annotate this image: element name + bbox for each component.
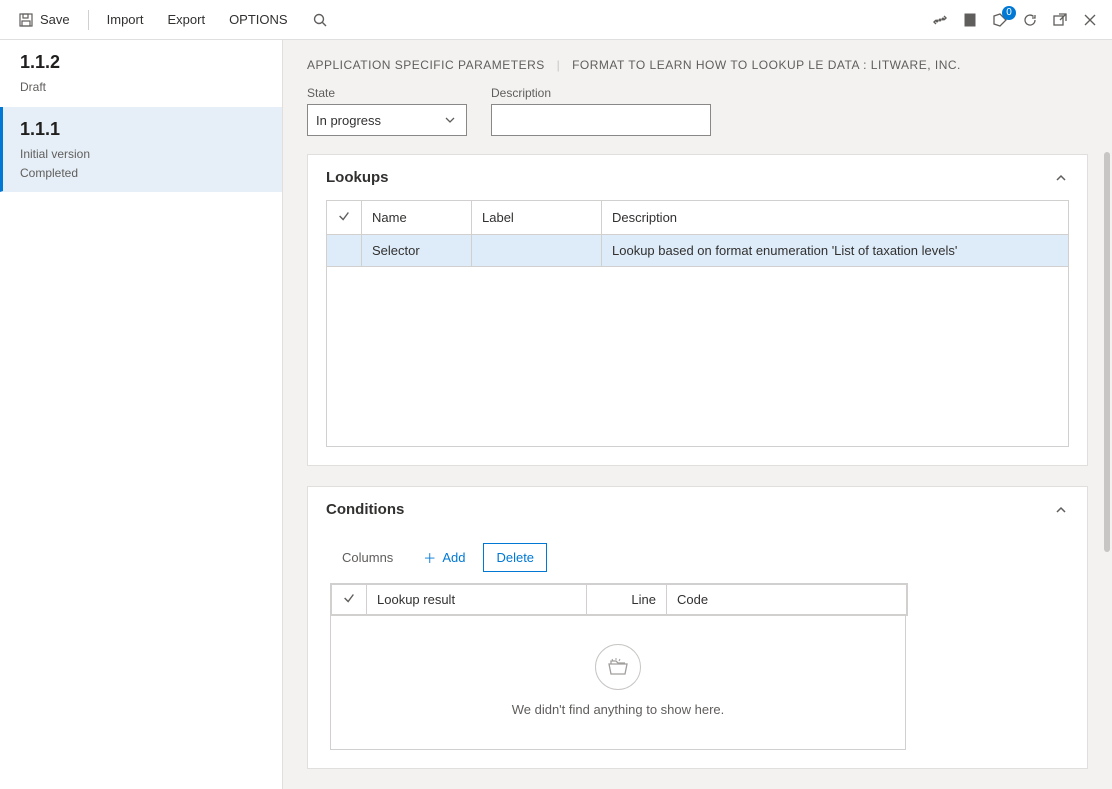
version-status: Completed <box>20 165 262 182</box>
import-button[interactable]: Import <box>97 6 154 33</box>
check-column-header[interactable] <box>332 585 367 615</box>
delete-label: Delete <box>496 550 534 565</box>
save-button[interactable]: Save <box>8 6 80 34</box>
empty-folder-icon <box>595 644 641 690</box>
breadcrumb-part1: APPLICATION SPECIFIC PARAMETERS <box>307 58 545 72</box>
description-input[interactable] <box>491 104 711 136</box>
main-layout: 1.1.2 Draft 1.1.1 Initial version Comple… <box>0 40 1112 789</box>
connector-icon[interactable] <box>932 12 948 28</box>
line-column-header[interactable]: Line <box>587 585 667 615</box>
toolbar-right: 0 <box>932 12 1104 28</box>
version-number: 1.1.1 <box>20 119 262 140</box>
state-select[interactable]: In progress <box>307 104 467 136</box>
save-label: Save <box>40 12 70 27</box>
state-value: In progress <box>316 113 381 128</box>
conditions-empty-state: We didn't find anything to show here. <box>330 616 906 750</box>
row-check[interactable] <box>327 235 362 267</box>
lookups-empty-area <box>326 267 1069 447</box>
options-button[interactable]: OPTIONS <box>219 6 298 33</box>
columns-button[interactable]: Columns <box>330 544 405 571</box>
options-label: OPTIONS <box>229 12 288 27</box>
conditions-header[interactable]: Conditions <box>308 487 1087 532</box>
chevron-up-icon <box>1053 170 1069 186</box>
conditions-header-row: Lookup result Line Code <box>332 585 907 615</box>
version-subtitle: Initial version <box>20 146 262 163</box>
refresh-icon[interactable] <box>1022 12 1038 28</box>
lookups-header[interactable]: Lookups <box>308 155 1087 200</box>
lookups-title: Lookups <box>326 169 389 186</box>
conditions-table-wrap: Lookup result Line Code <box>330 583 908 616</box>
version-status: Draft <box>20 79 262 96</box>
notification-count: 0 <box>1002 6 1016 20</box>
plus-icon: ＋ <box>423 548 436 567</box>
conditions-table: Lookup result Line Code <box>331 584 907 615</box>
breadcrumb: APPLICATION SPECIFIC PARAMETERS | FORMAT… <box>283 40 1112 86</box>
conditions-panel: Conditions Columns ＋ Add Delete <box>307 486 1088 769</box>
export-label: Export <box>167 12 205 27</box>
table-row[interactable]: Selector Lookup based on format enumerat… <box>327 235 1069 267</box>
version-sidebar: 1.1.2 Draft 1.1.1 Initial version Comple… <box>0 40 283 789</box>
columns-label: Columns <box>342 550 393 565</box>
lookups-panel: Lookups Name Label Description <box>307 154 1088 466</box>
search-icon <box>312 12 328 28</box>
toolbar-left: Save Import Export OPTIONS <box>8 6 338 34</box>
content-area: APPLICATION SPECIFIC PARAMETERS | FORMAT… <box>283 40 1112 789</box>
search-button[interactable] <box>302 6 338 34</box>
check-column-header[interactable] <box>327 201 362 235</box>
top-toolbar: Save Import Export OPTIONS 0 <box>0 0 1112 40</box>
import-label: Import <box>107 12 144 27</box>
version-item-112[interactable]: 1.1.2 Draft <box>0 40 282 107</box>
export-button[interactable]: Export <box>157 6 215 33</box>
version-number: 1.1.2 <box>20 52 262 73</box>
conditions-body: Columns ＋ Add Delete <box>308 532 1087 750</box>
code-column-header[interactable]: Code <box>667 585 907 615</box>
conditions-toolbar: Columns ＋ Add Delete <box>308 532 1087 583</box>
lookup-result-column-header[interactable]: Lookup result <box>367 585 587 615</box>
description-field: Description <box>491 86 711 136</box>
add-label: Add <box>442 550 465 565</box>
row-label <box>472 235 602 267</box>
conditions-title: Conditions <box>326 501 404 518</box>
description-label: Description <box>491 86 711 100</box>
breadcrumb-part2: FORMAT TO LEARN HOW TO LOOKUP LE DATA : … <box>572 58 961 72</box>
notifications-button[interactable]: 0 <box>992 12 1008 28</box>
scrollbar[interactable] <box>1104 152 1110 552</box>
lookups-table: Name Label Description Selector Lookup b… <box>326 200 1069 267</box>
save-icon <box>18 12 34 28</box>
breadcrumb-separator: | <box>557 58 561 72</box>
row-name: Selector <box>362 235 472 267</box>
chevron-down-icon <box>442 112 458 128</box>
state-field: State In progress <box>307 86 467 136</box>
popout-icon[interactable] <box>1052 12 1068 28</box>
chevron-up-icon <box>1053 502 1069 518</box>
field-row: State In progress Description <box>283 86 1112 154</box>
toolbar-separator <box>88 10 89 30</box>
office-icon[interactable] <box>962 12 978 28</box>
close-icon[interactable] <box>1082 12 1098 28</box>
delete-button[interactable]: Delete <box>483 543 547 572</box>
lookups-body: Name Label Description Selector Lookup b… <box>308 200 1087 465</box>
version-item-111[interactable]: 1.1.1 Initial version Completed <box>0 107 282 193</box>
add-button[interactable]: ＋ Add <box>411 542 477 573</box>
lookups-header-row: Name Label Description <box>327 201 1069 235</box>
row-description: Lookup based on format enumeration 'List… <box>602 235 1069 267</box>
name-column-header[interactable]: Name <box>362 201 472 235</box>
description-column-header[interactable]: Description <box>602 201 1069 235</box>
label-column-header[interactable]: Label <box>472 201 602 235</box>
empty-message: We didn't find anything to show here. <box>331 702 905 717</box>
state-label: State <box>307 86 467 100</box>
